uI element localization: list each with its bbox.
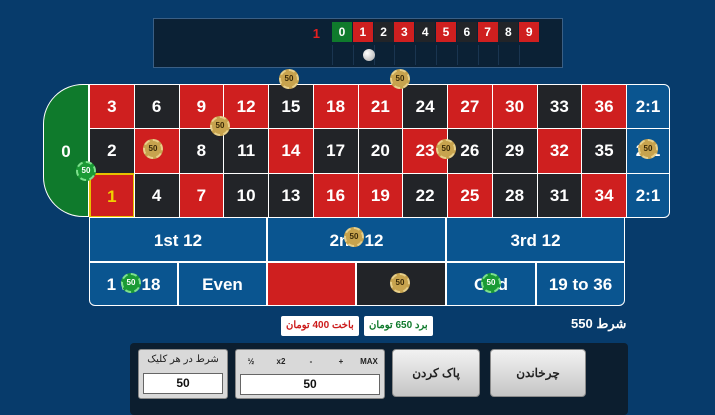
bet-cell-2[interactable]: 2: [89, 128, 135, 174]
bet-cell-1[interactable]: 1: [89, 172, 135, 218]
history-number: 2: [373, 22, 394, 42]
history-slot: [394, 45, 414, 65]
chip-icon: 50: [121, 273, 141, 293]
loss-badge: باخت 400 تومان: [281, 316, 359, 336]
bet-cell-4[interactable]: 4: [133, 172, 180, 218]
double-button[interactable]: x2: [269, 357, 293, 366]
bet-cell-0[interactable]: 0: [43, 84, 89, 217]
minus-button[interactable]: -: [299, 357, 323, 366]
per-click-input[interactable]: 50: [143, 373, 223, 394]
max-button[interactable]: MAX: [357, 357, 381, 366]
history-number: 6: [456, 22, 477, 42]
chip-icon: 50: [76, 161, 96, 181]
bet-column-1[interactable]: 2:1: [626, 172, 670, 218]
history-number: 9: [519, 22, 540, 42]
bet-cell-29[interactable]: 29: [491, 128, 538, 174]
latest-result: 1: [312, 26, 320, 41]
bet-cell-17[interactable]: 17: [312, 128, 359, 174]
half-button[interactable]: ½: [239, 357, 263, 366]
bet-cell-7[interactable]: 7: [178, 172, 225, 218]
history-slot: [373, 45, 394, 65]
history-slot: [332, 45, 352, 65]
history-slot: [519, 45, 539, 65]
history-number: 8: [498, 22, 519, 42]
chip-icon: 50: [279, 69, 299, 89]
chip-icon: 50: [436, 139, 456, 159]
bet-amount-box: ½ x2 - + MAX 50: [235, 349, 385, 399]
bet-red[interactable]: [267, 262, 356, 306]
bet-cell-30[interactable]: 30: [491, 84, 538, 130]
bet-cell-14[interactable]: 14: [268, 128, 314, 174]
bet-cell-24[interactable]: 24: [402, 84, 448, 130]
bet-cell-10[interactable]: 10: [223, 172, 269, 218]
history-slot: [477, 45, 498, 65]
bet-cell-12[interactable]: 12: [223, 84, 269, 130]
total-bet: شرط 550: [571, 316, 627, 331]
chip-icon: 50: [390, 69, 410, 89]
bet-cell-19[interactable]: 19: [357, 172, 404, 218]
bet-cell-6[interactable]: 6: [133, 84, 180, 130]
chip-icon: 50: [390, 273, 410, 293]
bet-cell-13[interactable]: 13: [268, 172, 314, 218]
bet-cell-32[interactable]: 32: [536, 128, 583, 174]
bet-cell-34[interactable]: 34: [581, 172, 627, 218]
chip-icon: 50: [481, 273, 501, 293]
bet-cell-36[interactable]: 36: [581, 84, 627, 130]
bet-cell-18[interactable]: 18: [312, 84, 359, 130]
history-number: 4: [415, 22, 436, 42]
history-number: 1: [352, 22, 373, 42]
per-click-label: شرط در هر کلیک: [147, 354, 219, 365]
history-number: 3: [394, 22, 415, 42]
history-slot: [456, 45, 477, 65]
history-number: 0: [332, 22, 352, 42]
plus-button[interactable]: +: [329, 357, 353, 366]
chip-icon: 50: [143, 139, 163, 159]
bet-cell-35[interactable]: 35: [581, 128, 627, 174]
history-slot: [436, 45, 456, 65]
bet-cell-16[interactable]: 16: [312, 172, 359, 218]
bet-cell-33[interactable]: 33: [536, 84, 583, 130]
history-number: 5: [436, 22, 456, 42]
per-click-box: شرط در هر کلیک 50: [138, 349, 228, 399]
bet-cell-22[interactable]: 22: [402, 172, 448, 218]
clear-button[interactable]: پاک کردن: [392, 349, 480, 397]
bet-even[interactable]: Even: [178, 262, 267, 306]
history-panel: 1 0123456789: [153, 18, 563, 68]
bet-cell-21[interactable]: 21: [357, 84, 404, 130]
bet-cell-28[interactable]: 28: [491, 172, 538, 218]
history-slot: [415, 45, 435, 65]
bet-amount-input[interactable]: 50: [240, 374, 380, 395]
bet-cell-25[interactable]: 25: [447, 172, 493, 218]
bet-cell-20[interactable]: 20: [357, 128, 404, 174]
history-number: 7: [477, 22, 498, 42]
chip-icon: 50: [210, 116, 230, 136]
bet-column-3[interactable]: 2:1: [626, 84, 670, 130]
spin-button[interactable]: چرخاندن: [490, 349, 586, 397]
bet-first-dozen[interactable]: 1st 12: [89, 217, 267, 262]
control-panel: شرط در هر کلیک 50 ½ x2 - + MAX 50 پاک کر…: [130, 343, 628, 415]
bet-third-dozen[interactable]: 3rd 12: [446, 217, 625, 262]
chip-icon: 50: [638, 139, 658, 159]
bet-cell-11[interactable]: 11: [223, 128, 269, 174]
bet-cell-3[interactable]: 3: [89, 84, 135, 130]
ball-icon: [363, 49, 375, 61]
bet-cell-31[interactable]: 31: [536, 172, 583, 218]
history-slot: [498, 45, 518, 65]
bet-cell-15[interactable]: 15: [268, 84, 314, 130]
bet-cell-27[interactable]: 27: [447, 84, 493, 130]
win-badge: برد 650 تومان: [364, 316, 433, 336]
bet-high[interactable]: 19 to 36: [536, 262, 625, 306]
chip-icon: 50: [344, 227, 364, 247]
